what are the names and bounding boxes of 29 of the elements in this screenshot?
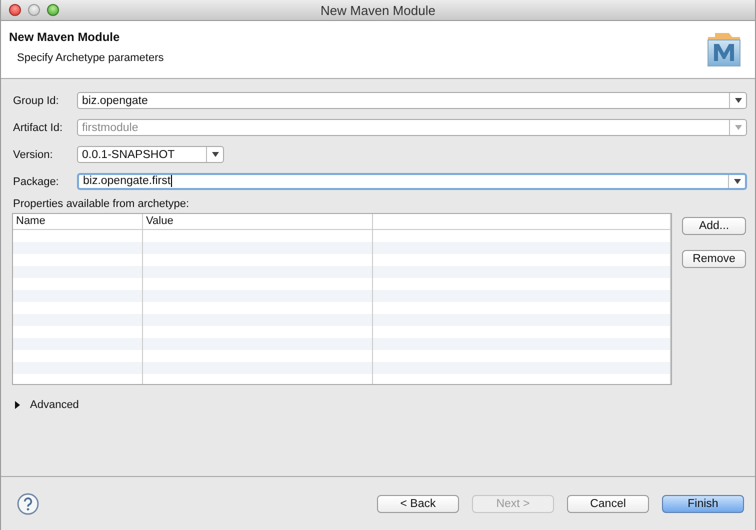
- dialog-button[interactable]: < Back: [377, 494, 459, 512]
- column-header[interactable]: Name: [13, 214, 143, 229]
- dropdown-arrow-icon: [212, 152, 218, 157]
- dropdown-arrow-icon: [734, 179, 740, 184]
- page-subtitle: Specify Archetype parameters: [17, 52, 164, 64]
- maven-logo-icon: [705, 31, 743, 67]
- field-label: Package:: [13, 176, 60, 188]
- disclosure-triangle-icon[interactable]: [15, 401, 21, 409]
- side-button[interactable]: Remove: [682, 250, 746, 268]
- section-toggle[interactable]: Advanced: [30, 399, 79, 411]
- zoom-button[interactable]: [47, 4, 59, 16]
- section-label: Properties available from archetype:: [13, 198, 190, 210]
- column-header[interactable]: Value: [143, 214, 373, 229]
- window-title: New Maven Module: [320, 2, 436, 18]
- page-title: New Maven Module: [9, 30, 120, 44]
- close-button[interactable]: [9, 4, 21, 16]
- dialog-button[interactable]: Cancel: [567, 494, 649, 512]
- field-label: Group Id:: [13, 94, 60, 106]
- field-label: Version:: [13, 148, 54, 160]
- dropdown-arrow-icon: [734, 125, 742, 130]
- combo-box[interactable]: 0.0.1-SNAPSHOT: [77, 146, 224, 163]
- combo-box[interactable]: biz.opengate.first: [77, 173, 747, 190]
- help-icon[interactable]: [17, 492, 39, 514]
- dialog-button[interactable]: Finish: [662, 494, 744, 512]
- side-button[interactable]: Add...: [682, 217, 746, 235]
- field-label: Artifact Id:: [13, 122, 64, 134]
- dropdown-arrow-icon: [734, 98, 742, 103]
- combo-box[interactable]: biz.opengate: [77, 92, 747, 109]
- combo-box: firstmodule: [77, 119, 747, 136]
